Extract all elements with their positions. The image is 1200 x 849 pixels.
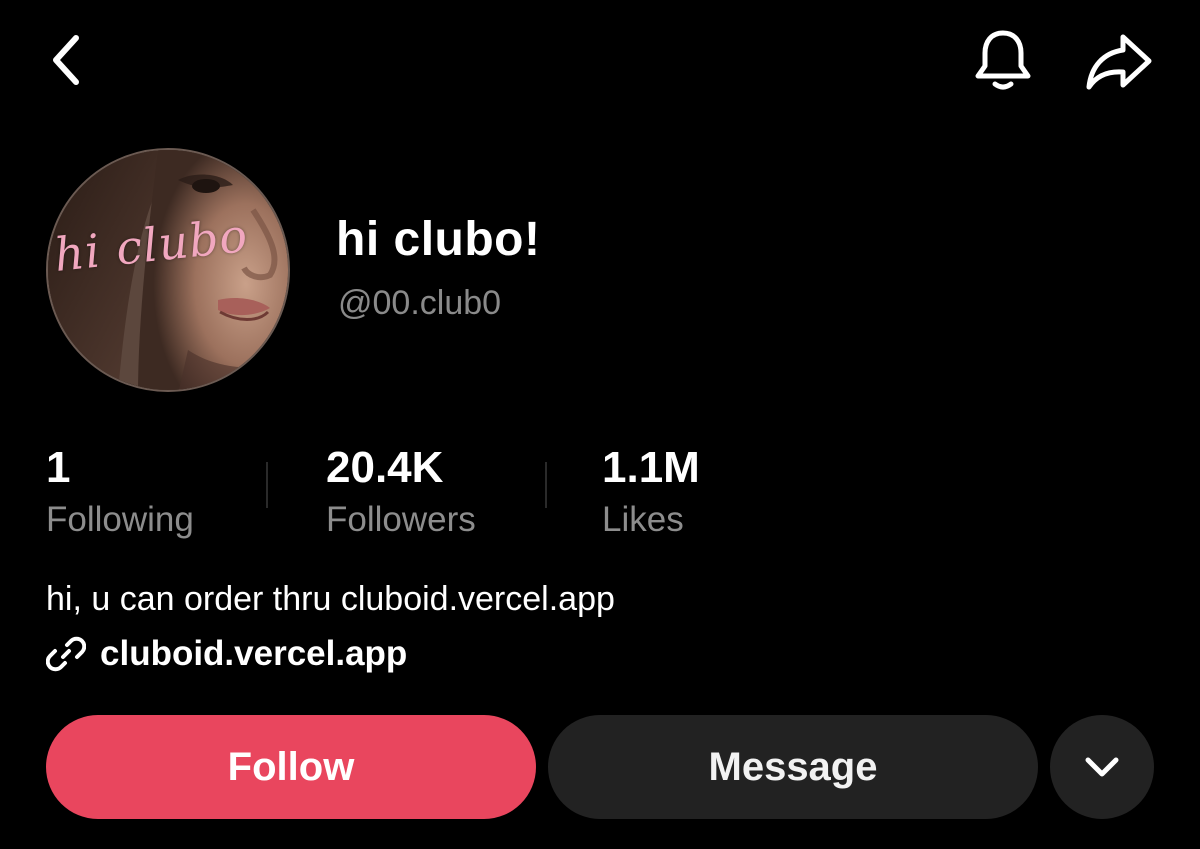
share-button[interactable] — [1080, 28, 1156, 98]
back-button[interactable] — [36, 30, 96, 90]
bio-text: hi, u can order thru cluboid.vercel.app — [46, 580, 615, 618]
display-name: hi clubo! — [336, 213, 541, 266]
stat-following[interactable]: 1 Following — [46, 444, 194, 542]
bell-icon — [975, 30, 1031, 90]
notifications-button[interactable] — [968, 26, 1038, 96]
stat-value: 20.4K — [326, 443, 444, 492]
stat-value: 1 — [46, 443, 71, 492]
stat-value: 1.1M — [602, 443, 700, 492]
stat-label: Followers — [326, 500, 476, 539]
bio-link[interactable]: cluboid.vercel.app — [46, 634, 407, 674]
stat-divider — [266, 462, 268, 508]
stat-label: Following — [46, 500, 194, 539]
avatar[interactable]: hi clubo — [46, 148, 290, 392]
chevron-down-icon — [1085, 757, 1119, 777]
bio-link-text: cluboid.vercel.app — [100, 634, 408, 673]
more-options-button[interactable] — [1050, 715, 1154, 819]
follow-button[interactable]: Follow — [46, 715, 536, 819]
stat-divider — [545, 462, 547, 508]
stat-likes[interactable]: 1.1M Likes — [602, 444, 700, 542]
username-handle: @00.club0 — [338, 284, 502, 322]
stat-followers[interactable]: 20.4K Followers — [326, 444, 476, 542]
chevron-left-icon — [53, 35, 79, 85]
message-button[interactable]: Message — [548, 715, 1038, 819]
link-icon — [46, 636, 86, 672]
share-arrow-icon — [1086, 34, 1152, 90]
stat-label: Likes — [602, 500, 684, 539]
